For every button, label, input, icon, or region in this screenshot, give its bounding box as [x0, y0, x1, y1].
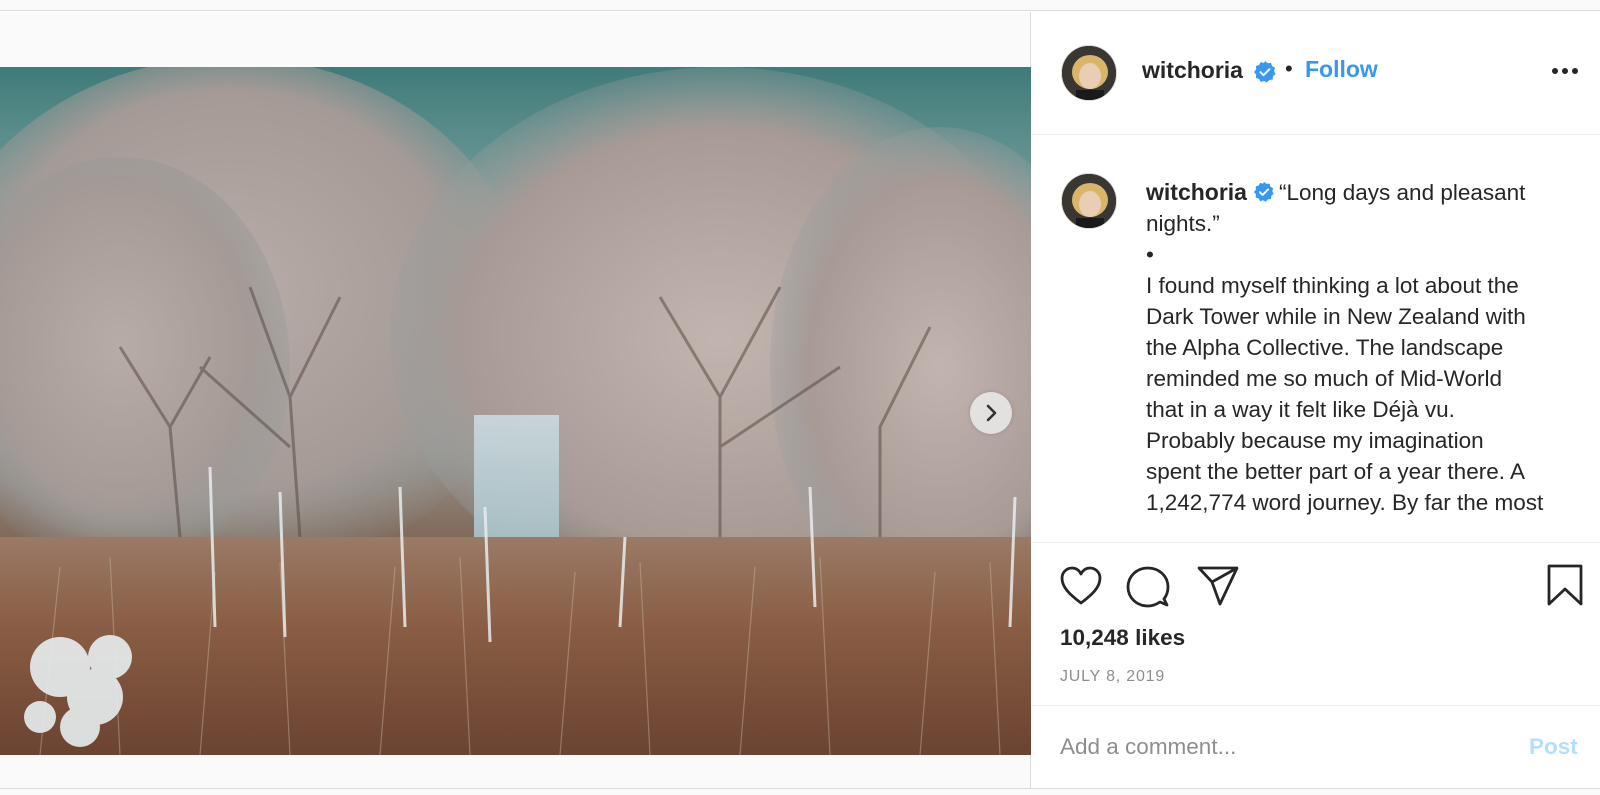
follow-button[interactable]: Follow: [1305, 56, 1378, 83]
header-separator: •: [1285, 56, 1293, 81]
caption-line: 1,242,774 word journey. By far the most: [1146, 490, 1544, 515]
post-photo[interactable]: [0, 67, 1031, 755]
carousel-next-button[interactable]: [970, 392, 1012, 434]
frosty-forest-photo: [0, 67, 1031, 755]
caption-line: •: [1146, 242, 1154, 267]
post-author-username[interactable]: witchoria: [1142, 57, 1243, 84]
post-date[interactable]: JULY 8, 2019: [1060, 668, 1165, 686]
caption-line: Probably because my imagination: [1146, 428, 1484, 453]
caption-line: Dark Tower while in New Zealand with: [1146, 304, 1526, 329]
caption-avatar[interactable]: [1061, 173, 1117, 229]
chevron-right-icon: [986, 404, 997, 422]
comment-bubble-icon[interactable]: [1126, 565, 1170, 609]
profile-photo-icon: [1062, 174, 1116, 228]
caption-line: nights.”: [1146, 211, 1220, 236]
caption-first-line: witchoria “Long days and pleasant: [1146, 177, 1586, 208]
more-options-icon[interactable]: [1551, 67, 1579, 75]
page-bottom-edge: [0, 788, 1600, 795]
post-comment-button[interactable]: Post: [1529, 734, 1578, 760]
avatar[interactable]: [1061, 45, 1117, 101]
post-sidebar: witchoria • Follow witchoria “Long days a…: [1032, 12, 1600, 788]
caption-username[interactable]: witchoria: [1146, 179, 1247, 205]
post-media-area: [0, 12, 1031, 788]
comment-box: Post: [1032, 705, 1600, 789]
caption-line: “Long days and pleasant: [1278, 180, 1526, 205]
top-nav-edge: [0, 0, 1600, 11]
bookmark-icon[interactable]: [1546, 563, 1584, 607]
verified-badge-icon: [1253, 181, 1274, 202]
caption-line: that in a way it felt like Déjà vu.: [1146, 397, 1455, 422]
post-header: witchoria • Follow: [1032, 12, 1600, 135]
caption-line: the Alpha Collective. The landscape: [1146, 335, 1504, 360]
caption-line: I found myself thinking a lot about the: [1146, 273, 1519, 298]
comment-input[interactable]: [1060, 730, 1500, 764]
caption-section: witchoria “Long days and pleasant nights.…: [1032, 136, 1600, 542]
likes-count[interactable]: 10,248 likes: [1060, 625, 1185, 651]
post-actions: 10,248 likes JULY 8, 2019 Post: [1032, 542, 1600, 788]
profile-photo-icon: [1062, 46, 1116, 100]
heart-icon[interactable]: [1059, 565, 1103, 607]
caption-text: witchoria “Long days and pleasant nights.…: [1146, 177, 1586, 518]
verified-badge-icon: [1254, 61, 1276, 83]
caption-line: reminded me so much of Mid-World: [1146, 366, 1502, 391]
caption-line: spent the better part of a year there. A: [1146, 459, 1525, 484]
paper-plane-icon[interactable]: [1196, 565, 1240, 607]
